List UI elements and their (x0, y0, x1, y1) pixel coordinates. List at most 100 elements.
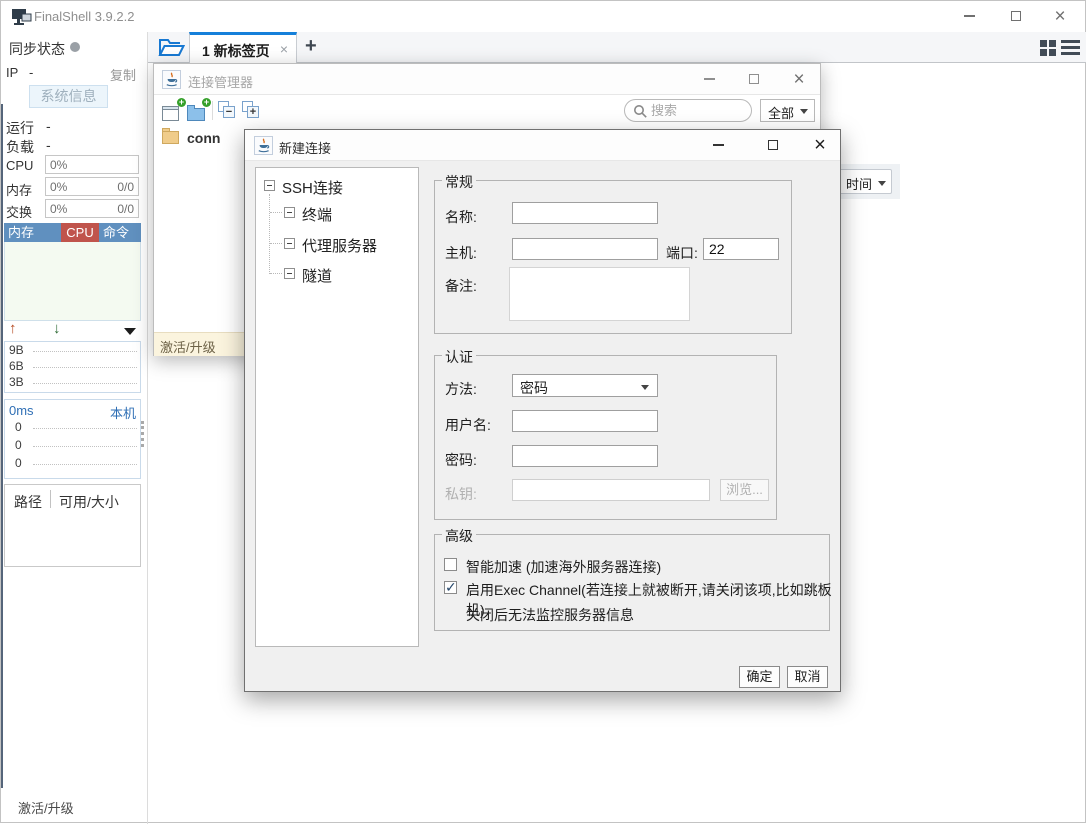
grid-view-icon[interactable] (1040, 40, 1056, 56)
tab-command[interactable]: 命令 (99, 223, 141, 242)
time-sort-dropdown[interactable]: 时间 (839, 169, 892, 194)
tree-connector (270, 212, 282, 213)
tree-item-terminal[interactable]: 终端 (302, 204, 332, 225)
tree-collapse-icon[interactable] (284, 268, 295, 279)
dialog-minimize-button[interactable] (705, 130, 731, 160)
net-tick: 6B (9, 359, 24, 373)
folder-name: conn (187, 130, 220, 146)
java-app-icon (162, 70, 181, 89)
new-connection-icon[interactable] (162, 102, 183, 121)
port-input[interactable] (703, 238, 779, 260)
dialog-title: 新建连接 (279, 138, 331, 157)
tab-new-page[interactable]: 1 新标签页 (189, 32, 297, 63)
time-sort-value: 时间 (846, 174, 872, 193)
sidebar-divider (147, 32, 148, 824)
private-key-label: 私钥: (445, 484, 477, 504)
dialog-maximize-button[interactable] (760, 130, 786, 160)
exec-channel-checkbox[interactable] (444, 581, 457, 594)
smart-accel-checkbox[interactable] (444, 558, 457, 571)
sidebar-activate-link[interactable]: 激活/升级 (18, 798, 74, 817)
method-value: 密码 (520, 378, 548, 398)
folder-icon (162, 131, 180, 145)
sync-status-label: 同步状态 (9, 39, 65, 59)
search-box[interactable] (624, 99, 752, 122)
tree-connector (269, 194, 270, 274)
host-input[interactable] (512, 238, 658, 260)
ping-graph: 0ms 本机 0 0 0 (4, 399, 141, 479)
net-tick: 9B (9, 343, 24, 357)
name-label: 名称: (445, 207, 477, 227)
tree-collapse-icon[interactable] (284, 238, 295, 249)
remark-label: 备注: (445, 276, 477, 296)
tab-close-icon[interactable] (280, 41, 288, 57)
auth-legend: 认证 (442, 347, 476, 367)
maximize-button[interactable] (1003, 1, 1029, 31)
gridline (33, 464, 137, 465)
mem-percent: 0% (50, 180, 67, 194)
gridline (33, 383, 137, 384)
header-divider (50, 490, 51, 508)
tabbar: 1 新标签页 (148, 32, 1086, 63)
tree-collapse-icon[interactable] (264, 180, 275, 191)
name-input[interactable] (512, 202, 658, 224)
username-input[interactable] (512, 410, 658, 432)
manager-titlebar: 连接管理器 (154, 64, 820, 95)
tab-cpu[interactable]: CPU (61, 223, 99, 242)
ip-label: IP (6, 65, 18, 80)
sync-status-dot-icon (70, 42, 80, 52)
disk-path-header: 路径 (14, 492, 42, 512)
expand-all-icon[interactable]: + (242, 101, 263, 120)
tree-item-tunnel[interactable]: 隧道 (302, 265, 332, 286)
filter-dropdown[interactable]: 全部 (760, 99, 815, 122)
password-input[interactable] (512, 445, 658, 467)
net-tick: 3B (9, 375, 24, 389)
connection-folder-row[interactable]: conn (162, 130, 220, 146)
open-folder-icon[interactable] (158, 37, 185, 58)
new-tab-button[interactable] (305, 35, 317, 58)
copy-link[interactable]: 复制 (110, 65, 136, 84)
method-dropdown[interactable]: 密码 (512, 374, 658, 397)
manager-maximize-button[interactable] (741, 64, 767, 94)
ping-tick: 0 (15, 420, 22, 434)
toolbar-separator (212, 101, 213, 120)
username-label: 用户名: (445, 415, 491, 435)
connection-type-tree: SSH连接 终端 代理服务器 隧道 (255, 167, 419, 647)
ok-button[interactable]: 确定 (739, 666, 780, 688)
new-connection-dialog: 新建连接 × SSH连接 终端 代理服务器 隧道 常规 名称: 主机: (244, 129, 841, 692)
manager-activate-link[interactable]: 激活/升级 (160, 337, 216, 356)
search-input[interactable] (651, 101, 746, 120)
ping-value: 0ms (9, 403, 34, 418)
collapse-all-icon[interactable]: − (218, 101, 239, 120)
manager-close-button[interactable] (786, 64, 812, 94)
net-dropdown-icon[interactable] (124, 328, 136, 335)
swap-statbox: 0% 0/0 (45, 199, 139, 218)
manager-title: 连接管理器 (188, 72, 253, 91)
tab-memory[interactable]: 内存 (4, 223, 61, 242)
list-view-icon[interactable] (1061, 40, 1080, 56)
tree-collapse-icon[interactable] (284, 207, 295, 218)
close-button[interactable] (1047, 1, 1073, 31)
dialog-close-button[interactable]: × (807, 130, 833, 160)
download-arrow-icon: ↓ (53, 320, 61, 337)
method-label: 方法: (445, 379, 477, 399)
remark-textarea[interactable] (509, 267, 690, 321)
load-label: 负载 (6, 137, 34, 157)
splitter-handle[interactable] (141, 421, 144, 447)
swap-label: 交换 (6, 202, 32, 221)
minimize-button[interactable] (956, 1, 982, 31)
system-info-button[interactable]: 系统信息 (29, 85, 108, 108)
new-folder-icon[interactable] (187, 102, 208, 121)
monitor-graph (4, 242, 141, 321)
search-icon (633, 104, 648, 119)
tree-connector (270, 243, 282, 244)
tree-item-proxy[interactable]: 代理服务器 (302, 235, 377, 256)
manager-toolbar: − + 全部 (154, 95, 820, 126)
upload-arrow-icon: ↑ (9, 320, 17, 337)
tree-item-ssh[interactable]: SSH连接 (282, 177, 343, 198)
cpu-label: CPU (6, 158, 33, 173)
host-label: 主机: (445, 243, 477, 263)
run-label: 运行 (6, 118, 34, 138)
port-label: 端口: (666, 243, 698, 263)
cancel-button[interactable]: 取消 (787, 666, 828, 688)
manager-minimize-button[interactable] (696, 64, 722, 94)
